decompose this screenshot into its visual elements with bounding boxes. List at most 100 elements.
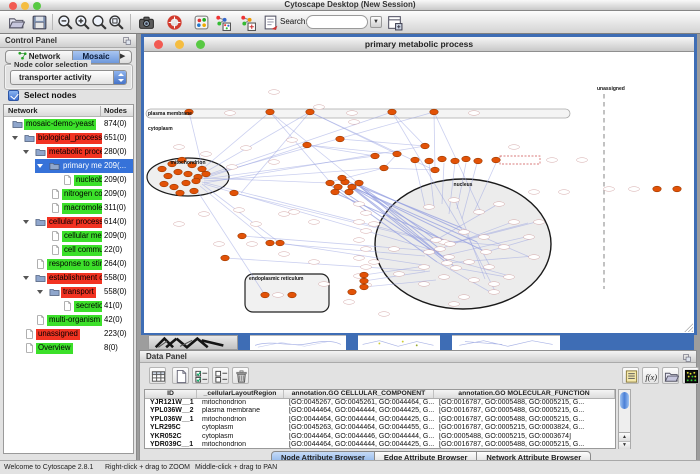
network-node[interactable] [336,136,344,142]
network-node[interactable] [303,142,311,148]
duplicate-network-icon[interactable] [239,14,256,31]
formula-builder-icon[interactable]: f(x) [642,367,659,384]
tree-row[interactable]: biological_process651(0) [4,131,133,145]
table-row[interactable]: YDR039C__1mitochondrion[GO:0044464, GO:0… [145,441,615,449]
network-node[interactable] [192,178,200,184]
network-node[interactable] [331,189,339,195]
zoom-button[interactable] [33,2,41,10]
table-row[interactable]: YLR295Ccytoplasm[GO:0045263, GO:0044464,… [145,424,615,432]
network-node[interactable] [170,184,178,190]
tree-row[interactable]: secretion41(0) [4,299,133,313]
tree-row[interactable]: nitrogen compo209(0) [4,187,133,201]
table-row[interactable]: YJR121W__1mitochondrion[GO:0045267, GO:0… [145,399,615,407]
minimize-button[interactable] [21,2,29,10]
tree-item-label[interactable]: metabolic process [47,147,102,158]
background-window-overview[interactable] [148,335,238,350]
network-node[interactable] [355,180,363,186]
zoom-fit-icon[interactable] [91,14,108,31]
combo-stepper-icon[interactable] [113,71,126,84]
network-node[interactable] [474,158,482,164]
network-node[interactable] [266,109,274,115]
network-node[interactable] [388,109,396,115]
network-node[interactable] [360,284,368,290]
new-attribute-icon[interactable] [172,367,189,384]
network-node[interactable] [190,188,198,194]
import-attributes-icon[interactable] [662,367,679,384]
expand-arrow-icon[interactable] [23,220,29,224]
network-node[interactable] [371,153,379,159]
scrollbar-thumb[interactable] [620,392,629,409]
table-row[interactable]: YKR052Ccytoplasm[GO:0044464, GO:0044446,… [145,433,615,441]
network-view-titlebar[interactable]: primary metabolic process [144,37,694,52]
table-row[interactable]: YPL036W__1mitochondrion[GO:0044464, GO:0… [145,416,615,424]
background-window[interactable] [358,335,440,350]
tree-item-label[interactable]: cellular metabol [62,231,102,242]
frame-zoom-button[interactable] [196,40,205,49]
network-node[interactable] [238,233,246,239]
background-window-edge[interactable] [346,335,358,350]
tree-row[interactable]: establishment of lo558(0) [4,271,133,285]
network-node[interactable] [182,180,190,186]
network-node[interactable] [266,240,274,246]
network-node[interactable] [160,181,168,187]
tree-row[interactable]: unassigned223(0) [4,327,133,341]
network-canvas[interactable]: plasma membranecytoplasmmitochondrionnuc… [144,52,694,333]
tree-item-label[interactable]: primary metabo [61,161,102,172]
search-options-icon[interactable] [386,14,403,31]
close-button[interactable] [9,2,17,10]
network-node[interactable] [174,169,182,175]
tree-row[interactable]: nucleobase-209(0) [4,173,133,187]
float-panel-icon[interactable] [122,36,132,46]
network-node[interactable] [421,143,429,149]
background-window-edge[interactable] [560,335,694,350]
expand-arrow-icon[interactable] [37,164,43,168]
network-node[interactable] [326,180,334,186]
table-scrollbar[interactable]: ▲ ▼ [618,389,631,449]
network-node[interactable] [430,109,438,115]
help-icon[interactable] [166,14,183,31]
search-dropdown-button[interactable]: ▼ [370,16,382,28]
save-icon[interactable] [31,14,48,31]
unselect-attributes-icon[interactable] [212,367,229,384]
network-node[interactable] [348,289,356,295]
tree-item-label[interactable]: Overview [36,343,73,354]
network-node[interactable] [431,167,439,173]
open-icon[interactable] [8,14,25,31]
network-node[interactable] [492,157,500,163]
network-node[interactable] [451,158,459,164]
tree-item-label[interactable]: biological_process [36,133,102,144]
network-node[interactable] [261,292,269,298]
network-node[interactable] [653,186,661,192]
tree-item-label[interactable]: response to stimulu [47,259,102,270]
network-node[interactable] [411,157,419,163]
network-node[interactable] [380,165,388,171]
network-node[interactable] [158,166,166,172]
tree-row[interactable]: transport558(0) [4,285,133,299]
select-nodes-checkbox[interactable] [8,90,19,101]
network-node[interactable] [425,158,433,164]
column-header[interactable]: annotation.GO CELLULAR_COMPONENT [284,390,434,398]
tree-row[interactable]: multi-organism pro42(0) [4,313,133,327]
tree-row[interactable]: response to stimulu264(0) [4,257,133,271]
expand-arrow-icon[interactable] [37,290,43,294]
tree-item-label[interactable]: macromolecule [62,203,102,214]
snapshot-icon[interactable] [138,14,155,31]
tree-item-label[interactable]: nitrogen compo [62,189,102,200]
tree-item-label[interactable]: establishment of lo [47,273,102,284]
expand-arrow-icon[interactable] [12,136,18,140]
network-node[interactable] [276,240,284,246]
background-window-edge[interactable] [238,335,250,350]
table-row[interactable]: YPL036W__2plasma membrane[GO:0044464, GO… [145,407,615,415]
zoom-out-icon[interactable] [57,14,74,31]
tree-item-label[interactable]: unassigned [36,329,80,340]
expand-arrow-icon[interactable] [23,150,29,154]
network-node[interactable] [221,255,229,261]
background-window[interactable] [452,335,560,350]
vizmapper-icon[interactable] [193,14,210,31]
column-header[interactable]: annotation.GO MOLECULAR_FUNCTION [434,390,615,398]
tree-row[interactable]: cell communicat22(0) [4,243,133,257]
network-node[interactable] [438,156,446,162]
tree-item-label[interactable]: multi-organism pro [47,315,102,326]
tree-row[interactable]: primary metabo209(... [4,159,133,173]
tree-item-label[interactable]: nucleobase- [74,175,102,186]
